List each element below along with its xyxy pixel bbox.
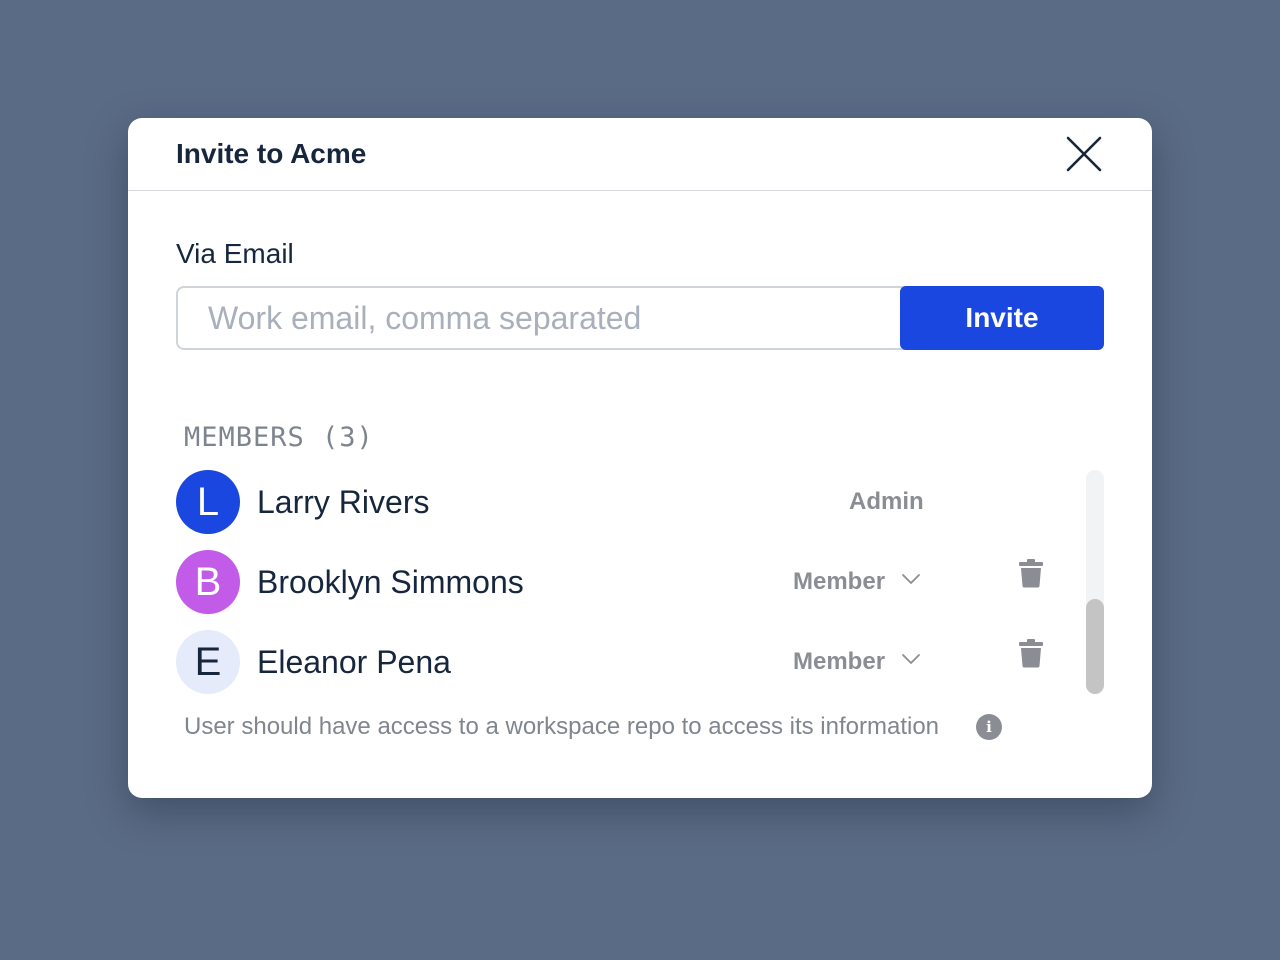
dialog-title: Invite to Acme [176,138,367,169]
via-email-label: Via Email [176,238,294,269]
info-icon[interactable]: i [976,714,1002,740]
scrollbar-thumb[interactable] [1086,599,1104,694]
avatar: B [176,550,240,614]
role-dropdown-value: Member [793,648,886,675]
role-dropdown[interactable]: Member [793,642,921,682]
members-scrollbar[interactable] [1086,470,1104,694]
role-label: Admin [849,488,924,515]
invite-dialog: Invite to Acme Via Email Invite MEMBERS … [128,118,1152,798]
avatar: L [176,470,240,534]
role-dropdown-value: Member [793,568,886,595]
chevron-down-icon [902,654,921,664]
access-note: User should have access to a workspace r… [184,713,940,740]
avatar: E [176,630,240,694]
role-dropdown[interactable]: Member [793,562,921,602]
member-name: Brooklyn Simmons [257,564,524,600]
email-input[interactable] [176,286,916,350]
chevron-down-icon [902,574,921,584]
member-row: L Larry Rivers Admin [176,470,1076,534]
members-heading: MEMBERS (3) [184,422,374,453]
member-name: Larry Rivers [257,484,430,520]
member-row: E Eleanor Pena Member [176,630,1076,694]
member-name: Eleanor Pena [257,644,451,680]
member-row: B Brooklyn Simmons Member [176,550,1076,614]
trash-icon[interactable] [1018,638,1044,668]
trash-icon[interactable] [1018,558,1044,588]
close-button[interactable] [1064,134,1104,174]
dialog-header: Invite to Acme [128,118,1152,191]
invite-button[interactable]: Invite [900,286,1104,350]
close-icon [1066,136,1102,172]
